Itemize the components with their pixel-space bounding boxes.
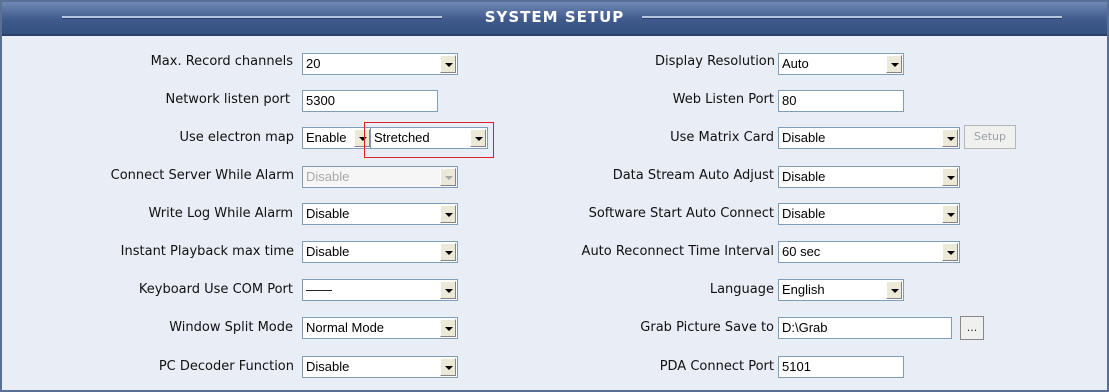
instant-playback-max-time-select[interactable]: Disable <box>302 241 458 263</box>
grab-picture-path-input[interactable]: D:\Grab <box>778 317 952 339</box>
chevron-down-icon[interactable] <box>942 205 958 223</box>
auto-reconnect-time-interval-select[interactable]: 60 sec <box>778 241 960 263</box>
instant-playback-max-time-label: Instant Playback max time <box>120 244 294 259</box>
pda-connect-port-input[interactable]: 5101 <box>778 356 904 378</box>
data-stream-auto-adjust-select[interactable]: Disable <box>778 166 960 188</box>
chevron-down-icon[interactable] <box>440 281 456 299</box>
web-listen-port-label: Web Listen Port <box>672 92 774 107</box>
pc-decoder-function-label: PC Decoder Function <box>158 359 294 374</box>
display-resolution-select[interactable]: Auto <box>778 53 904 75</box>
title-bar: SYSTEM SETUP <box>2 2 1107 36</box>
chevron-down-icon[interactable] <box>440 168 456 186</box>
pc-decoder-function-value: Disable <box>306 359 350 374</box>
window-title: SYSTEM SETUP <box>484 8 625 26</box>
chevron-down-icon[interactable] <box>886 55 902 73</box>
display-resolution-label: Display Resolution <box>655 54 775 69</box>
language-select[interactable]: English <box>778 279 904 301</box>
chevron-down-icon[interactable] <box>942 168 958 186</box>
use-electron-map-label: Use electron map <box>179 130 294 145</box>
connect-server-while-alarm-value: Disable <box>306 169 350 184</box>
browse-folder-button[interactable]: ... <box>960 316 984 340</box>
pda-connect-port-label: PDA Connect Port <box>659 359 774 374</box>
max-record-channels-select[interactable]: 20 <box>302 53 458 75</box>
display-resolution-value: Auto <box>782 56 809 71</box>
max-record-channels-value: 20 <box>306 56 321 71</box>
web-listen-port-input[interactable]: 80 <box>778 90 904 112</box>
instant-playback-max-time-value: Disable <box>306 244 350 259</box>
chevron-down-icon[interactable] <box>440 55 456 73</box>
software-start-auto-connect-value: Disable <box>782 206 826 221</box>
write-log-while-alarm-label: Write Log While Alarm <box>148 206 293 221</box>
write-log-while-alarm-select[interactable]: Disable <box>302 203 458 225</box>
chevron-down-icon[interactable] <box>440 358 456 376</box>
network-listen-port-input[interactable]: 5300 <box>302 90 438 112</box>
language-label: Language <box>709 282 774 297</box>
grab-picture-save-to-label: Grab Picture Save to <box>640 320 774 335</box>
connect-server-while-alarm-label: Connect Server While Alarm <box>110 168 294 183</box>
keyboard-use-com-port-select[interactable]: —— <box>302 279 458 301</box>
matrix-setup-button[interactable]: Setup <box>964 125 1016 149</box>
data-stream-auto-adjust-value: Disable <box>782 169 826 184</box>
window-split-mode-value: Normal Mode <box>306 320 385 335</box>
window-split-mode-label: Window Split Mode <box>169 320 293 335</box>
keyboard-use-com-port-value: —— <box>306 282 332 297</box>
chevron-down-icon[interactable] <box>886 281 902 299</box>
write-log-while-alarm-value: Disable <box>306 206 350 221</box>
auto-reconnect-time-interval-label: Auto Reconnect Time Interval <box>581 244 774 259</box>
software-start-auto-connect-label: Software Start Auto Connect <box>588 206 774 221</box>
pc-decoder-function-select[interactable]: Disable <box>302 356 458 378</box>
use-electron-map-select[interactable]: Enable <box>302 127 372 149</box>
chevron-down-icon[interactable] <box>440 205 456 223</box>
chevron-down-icon[interactable] <box>440 319 456 337</box>
network-listen-port-label: Network listen port <box>165 92 290 107</box>
use-matrix-card-value: Disable <box>782 130 826 145</box>
max-record-channels-label: Max. Record channels <box>150 54 293 69</box>
data-stream-auto-adjust-label: Data Stream Auto Adjust <box>612 168 774 183</box>
highlight-box <box>364 122 494 158</box>
software-start-auto-connect-select[interactable]: Disable <box>778 203 960 225</box>
use-matrix-card-select[interactable]: Disable <box>778 127 960 149</box>
connect-server-while-alarm-select[interactable]: Disable <box>302 166 458 188</box>
use-electron-map-value: Enable <box>306 130 347 145</box>
use-matrix-card-label: Use Matrix Card <box>670 130 774 145</box>
auto-reconnect-time-interval-value: 60 sec <box>782 244 821 259</box>
chevron-down-icon[interactable] <box>440 243 456 261</box>
chevron-down-icon[interactable] <box>942 243 958 261</box>
chevron-down-icon[interactable] <box>942 129 958 147</box>
window-split-mode-select[interactable]: Normal Mode <box>302 317 458 339</box>
keyboard-use-com-port-label: Keyboard Use COM Port <box>138 282 293 297</box>
language-value: English <box>782 282 825 297</box>
